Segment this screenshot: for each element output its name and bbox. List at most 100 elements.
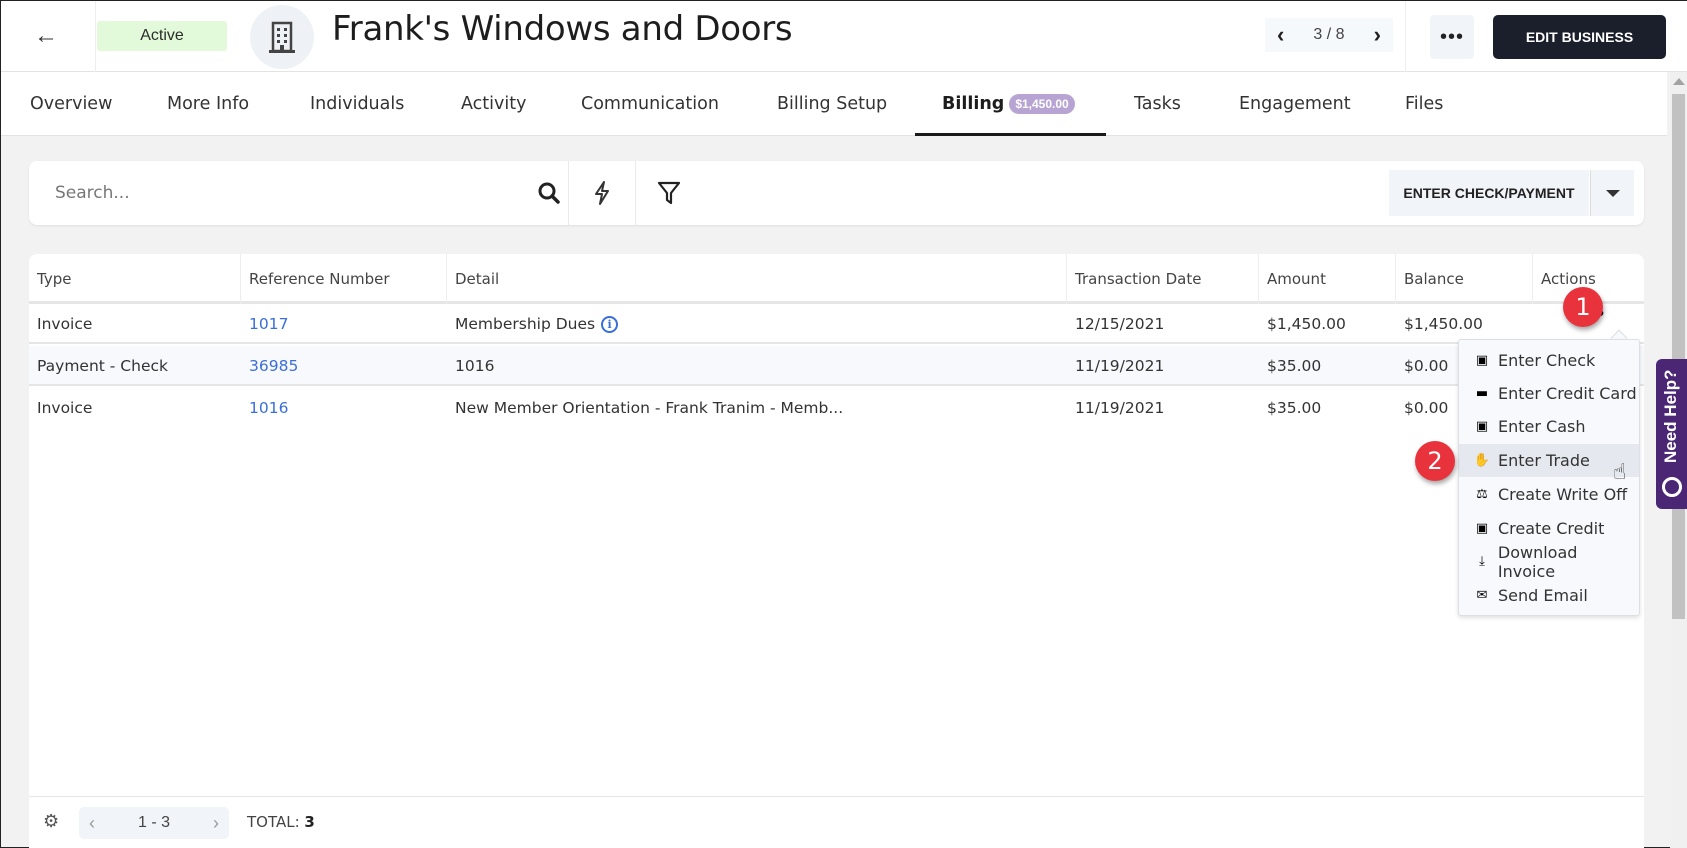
need-help-label: Need Help? xyxy=(1661,369,1680,463)
chevron-right-icon[interactable]: › xyxy=(1374,22,1381,48)
column-header-reference[interactable]: Reference Number xyxy=(241,254,447,304)
table-row[interactable]: Payment - Check 36985 1016 11/19/2021 $3… xyxy=(29,346,1644,386)
divider xyxy=(1405,1,1406,72)
hand-pointer-cursor-icon: ☝ xyxy=(1613,459,1627,484)
tab-activity[interactable]: Activity xyxy=(461,72,526,136)
back-button[interactable]: ← xyxy=(31,21,61,51)
tab-engagement[interactable]: Engagement xyxy=(1239,72,1351,136)
menu-item-enter-check[interactable]: ▣ Enter Check xyxy=(1459,344,1639,377)
cell-reference: 36985 xyxy=(241,346,298,386)
cell-amount: $35.00 xyxy=(1267,399,1322,417)
download-icon: ⤓ xyxy=(1479,554,1485,569)
callout-marker: 1 xyxy=(1563,287,1603,327)
column-header-amount[interactable]: Amount xyxy=(1259,254,1396,304)
tab-communication[interactable]: Communication xyxy=(581,72,719,136)
money-bill-icon: ▣ xyxy=(1475,419,1489,434)
reference-link[interactable]: 36985 xyxy=(249,357,298,375)
column-header-balance[interactable]: Balance xyxy=(1396,254,1533,304)
caret-down-icon xyxy=(1605,189,1620,197)
arrow-left-icon: ← xyxy=(34,22,58,49)
chevron-right-icon[interactable]: › xyxy=(213,813,219,834)
cell-detail: 1016 xyxy=(455,357,495,375)
page-title: Frank's Windows and Doors xyxy=(332,9,793,49)
cell-balance: $0.00 xyxy=(1404,357,1449,375)
menu-item-send-email[interactable]: ✉ Send Email xyxy=(1459,579,1639,612)
menu-item-label: Enter Credit Card xyxy=(1498,384,1637,403)
scrollbar-thumb[interactable] xyxy=(1672,94,1685,619)
handshake-icon: ✋ xyxy=(1473,453,1491,468)
enter-check-payment-button[interactable]: ENTER CHECK/PAYMENT xyxy=(1389,170,1589,216)
column-header-date[interactable]: Transaction Date xyxy=(1067,254,1259,304)
cell-reference: 1017 xyxy=(241,304,288,344)
table-row[interactable]: Invoice 1016 New Member Orientation - Fr… xyxy=(29,388,1644,428)
cell-amount: $35.00 xyxy=(1267,357,1322,375)
reference-link[interactable]: 1016 xyxy=(249,399,288,417)
cell-amount: $1,450.00 xyxy=(1267,315,1346,333)
divider xyxy=(95,1,96,72)
tab-bar: Overview More Info Individuals Activity … xyxy=(1,72,1667,136)
tab-label: More Info xyxy=(167,94,250,114)
edit-business-button[interactable]: EDIT BUSINESS xyxy=(1493,15,1666,59)
active-tab-indicator xyxy=(915,133,1106,136)
lightning-icon[interactable] xyxy=(569,161,635,225)
tab-billing-setup[interactable]: Billing Setup xyxy=(777,72,887,136)
gear-icon[interactable]: ⚙ xyxy=(43,811,59,832)
callout-marker: 2 xyxy=(1415,441,1455,481)
cell-balance: $1,450.00 xyxy=(1404,315,1483,333)
billing-table: Type Reference Number Detail Transaction… xyxy=(29,254,1644,848)
menu-item-label: Enter Check xyxy=(1498,351,1596,370)
scroll-up-icon[interactable] xyxy=(1673,78,1685,85)
tab-label: Activity xyxy=(461,94,527,114)
tab-tasks[interactable]: Tasks xyxy=(1134,72,1181,136)
table-pager: ‹ 1 - 3 › xyxy=(79,807,229,839)
enter-payment-dropdown[interactable] xyxy=(1590,170,1634,216)
tab-more-info[interactable]: More Info xyxy=(167,72,249,136)
search-input[interactable] xyxy=(55,178,515,208)
reference-link[interactable]: 1017 xyxy=(249,315,288,333)
tab-individuals[interactable]: Individuals xyxy=(310,72,404,136)
menu-item-label: Send Email xyxy=(1498,586,1588,605)
tab-label: Files xyxy=(1405,94,1444,114)
tab-files[interactable]: Files xyxy=(1405,72,1443,136)
filter-icon[interactable] xyxy=(636,161,702,225)
column-header-type[interactable]: Type xyxy=(29,254,241,304)
page-range: 1 - 3 xyxy=(137,814,170,831)
menu-item-label: Enter Cash xyxy=(1498,417,1586,436)
cell-detail: New Member Orientation - Frank Tranim - … xyxy=(455,399,844,417)
menu-item-enter-trade[interactable]: ✋ Enter Trade xyxy=(1459,444,1639,477)
cell-type: Invoice xyxy=(37,315,93,333)
more-horizontal-icon: ••• xyxy=(1439,25,1464,48)
money-bill-wave-icon: ▣ xyxy=(1475,521,1489,536)
record-header: ← Active Frank's Windows and Doors ‹ 3 /… xyxy=(1,1,1687,72)
tab-billing[interactable]: Billing $1,450.00 xyxy=(942,72,1075,136)
tab-label: Billing xyxy=(942,94,1005,114)
menu-item-enter-cash[interactable]: ▣ Enter Cash xyxy=(1459,410,1639,443)
more-options-button[interactable]: ••• xyxy=(1430,15,1474,59)
tab-label: Communication xyxy=(581,94,719,114)
menu-item-label: Download Invoice xyxy=(1497,542,1578,581)
menu-item-label: Enter Trade xyxy=(1498,451,1590,470)
tab-label: Overview xyxy=(30,94,113,114)
detail-text: Membership Dues xyxy=(455,315,596,333)
info-icon[interactable]: i xyxy=(601,315,619,333)
table-row[interactable]: Invoice 1017 Membership Dues i 12/15/2021… xyxy=(29,304,1644,344)
chevron-left-icon[interactable]: ‹ xyxy=(89,813,95,834)
cell-date: 11/19/2021 xyxy=(1075,357,1165,375)
column-header-detail[interactable]: Detail xyxy=(447,254,1067,304)
record-position: 3 / 8 xyxy=(1313,26,1345,43)
tab-overview[interactable]: Overview xyxy=(30,72,112,136)
menu-item-create-credit[interactable]: ▣ Create Credit xyxy=(1459,512,1639,545)
lifebuoy-icon xyxy=(1662,477,1682,497)
need-help-button[interactable]: Need Help? xyxy=(1656,359,1687,509)
chevron-left-icon[interactable]: ‹ xyxy=(1277,22,1284,48)
status-badge: Active xyxy=(97,21,227,51)
menu-item-enter-credit-card[interactable]: ▬ Enter Credit Card xyxy=(1459,377,1639,410)
menu-item-create-write-off[interactable]: ⚖ Create Write Off xyxy=(1459,478,1639,511)
search-icon[interactable] xyxy=(529,161,569,225)
credit-card-icon: ▬ xyxy=(1475,386,1489,401)
tab-label: Individuals xyxy=(310,94,405,114)
cell-type: Payment - Check xyxy=(37,357,168,375)
menu-item-download-invoice[interactable]: ⤓ Download Invoice xyxy=(1459,542,1639,581)
cell-date: 12/15/2021 xyxy=(1075,315,1165,333)
cell-detail: Membership Dues i xyxy=(447,304,619,344)
